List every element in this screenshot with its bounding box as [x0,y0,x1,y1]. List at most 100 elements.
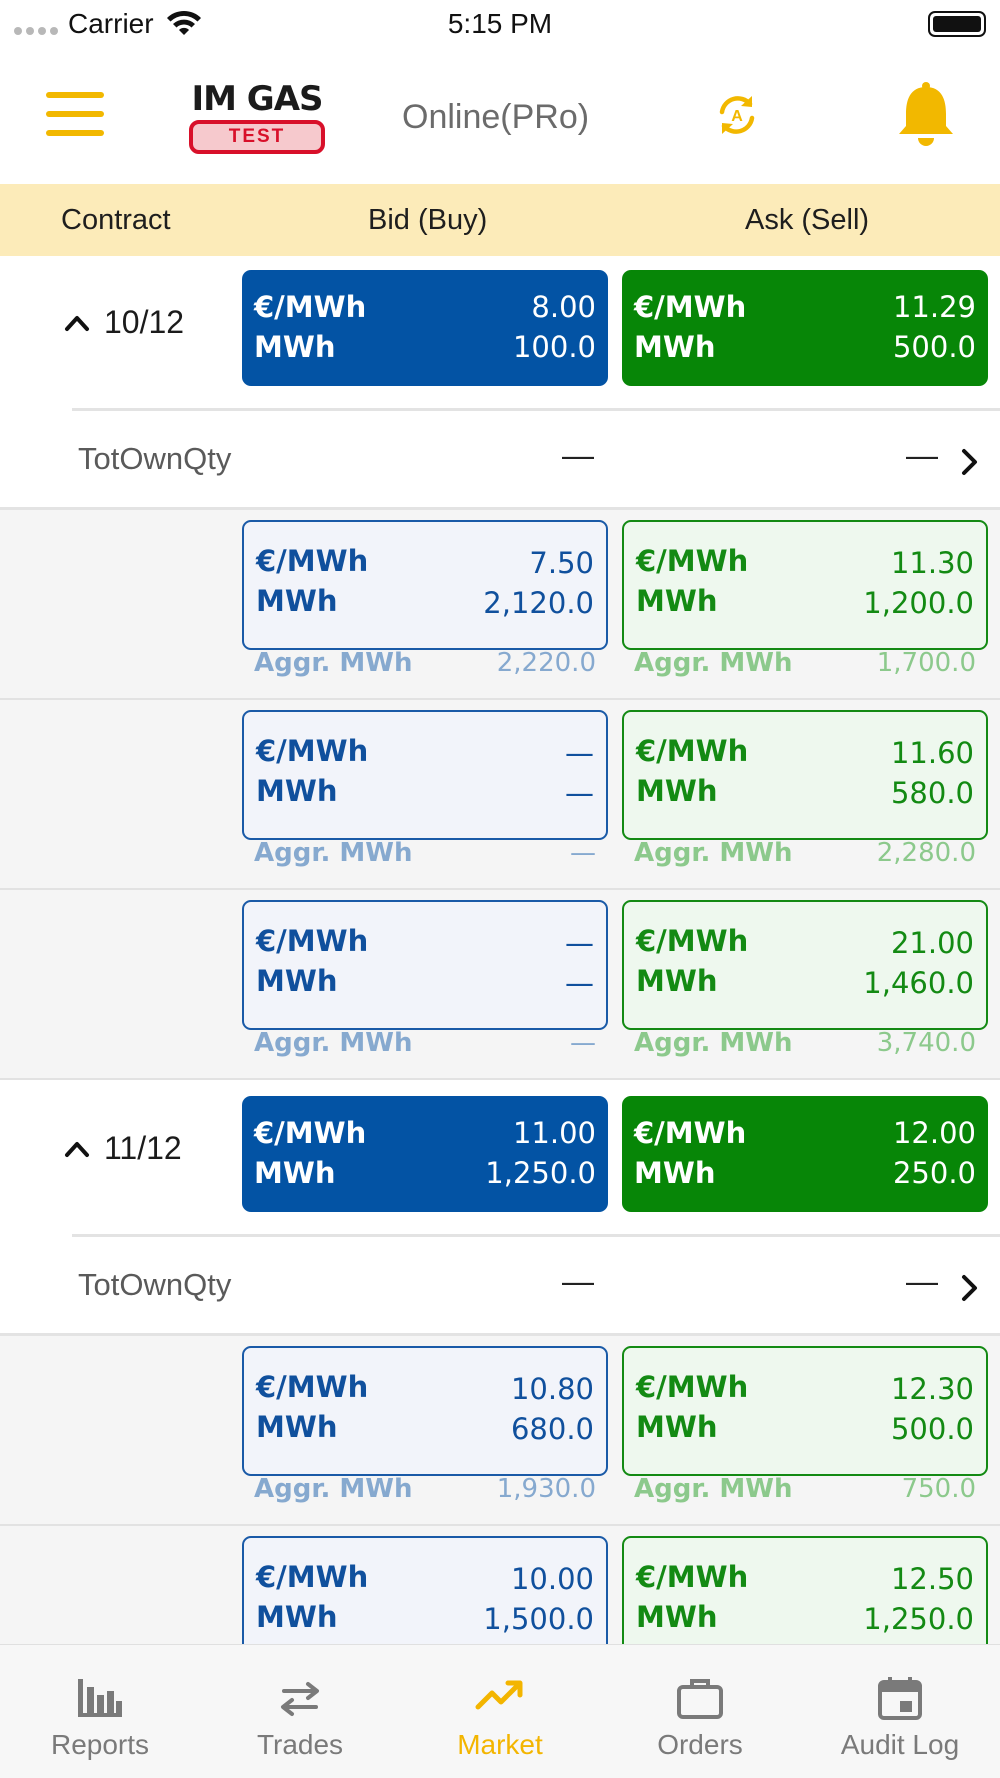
ask-level-card[interactable]: €/MWh 12.30 MWh 500.0 [622,1346,988,1476]
qty-value: 1,200.0 [863,586,974,620]
bid-level-card[interactable]: €/MWh 7.50 MWh 2,120.0 [242,520,608,650]
ask-level-card[interactable]: €/MWh 12.50 MWh 1,250.0 [622,1536,988,1644]
price-label: €/MWh [256,734,369,768]
price-value: 11.00 [512,1116,596,1150]
ask-level-card[interactable]: €/MWh 21.00 MWh 1,460.0 [622,900,988,1030]
bid-level-card[interactable]: €/MWh — MWh — [242,900,608,1030]
own-qty-row[interactable]: TotOwnQty — — [0,411,1000,509]
aggr-label: Aggr. MWh [634,648,793,678]
contract-label: 11/12 [104,1130,182,1166]
contract-row-toggle[interactable]: 10/12 [64,304,184,341]
aggr-label: Aggr. MWh [634,1474,793,1504]
aggr-value: 1,700.0 [876,648,976,678]
briefcase-icon [677,1679,723,1719]
qty-value: 1,250.0 [485,1156,596,1190]
price-label: €/MWh [636,1560,749,1594]
aggr-value: 2,280.0 [876,838,976,868]
chevron-up-icon [65,315,89,331]
qty-value: 580.0 [890,776,974,810]
trend-up-icon [475,1680,523,1710]
qty-value: 250.0 [892,1156,976,1190]
contract-row-toggle[interactable]: 11/12 [64,1130,182,1167]
tab-audit-log[interactable]: Audit Log [800,1645,1000,1778]
qty-value: 1,460.0 [863,966,974,1000]
clock: 5:15 PM [447,8,553,39]
best-bid-card[interactable]: €/MWh 11.00 MWh 1,250.0 [242,1096,608,1212]
price-label: €/MWh [636,544,749,578]
own-qty-bid: — [562,1263,594,1299]
column-header: Contract Bid (Buy) Ask (Sell) [0,184,1000,256]
status-bar: Carrier 5:15 PM [0,0,1000,50]
own-qty-label: TotOwnQty [78,441,232,476]
tab-market[interactable]: Market [400,1645,600,1778]
ask-level-card[interactable]: €/MWh 11.60 MWh 580.0 [622,710,988,840]
tab-label: Trades [256,1729,344,1760]
bid-column-label: Bid (Buy) [368,204,488,236]
chevron-right-icon[interactable] [960,447,980,477]
qty-value: — [565,776,594,810]
qty-label: MWh [256,1410,338,1444]
bid-level-card[interactable]: €/MWh — MWh — [242,710,608,840]
aggr-label: Aggr. MWh [254,838,413,868]
price-label: €/MWh [256,1560,369,1594]
svg-text:A: A [731,108,743,125]
own-qty-label: TotOwnQty [78,1267,232,1302]
app-header: IM GAS TEST Online(PRo) A [0,50,1000,184]
bid-level-card[interactable]: €/MWh 10.80 MWh 680.0 [242,1346,608,1476]
best-ask-card[interactable]: €/MWh 11.29 MWh 500.0 [622,270,988,386]
tab-label: Orders [657,1729,743,1760]
battery-icon [928,11,986,37]
tab-orders[interactable]: Orders [600,1645,800,1778]
aggr-label: Aggr. MWh [254,1028,413,1058]
depth-level: €/MWh 10.00 MWh 1,500.0 €/MWh 12.50 MWh … [0,1526,1000,1644]
price-label: €/MWh [254,290,367,324]
price-label: €/MWh [636,1370,749,1404]
qty-label: MWh [634,1156,716,1190]
bid-level-card[interactable]: €/MWh 10.00 MWh 1,500.0 [242,1536,608,1644]
bell-icon[interactable] [894,80,958,150]
sync-icon[interactable]: A [712,90,762,140]
ask-level-card[interactable]: €/MWh 11.30 MWh 1,200.0 [622,520,988,650]
price-value: — [565,736,594,770]
own-qty-row[interactable]: TotOwnQty — — [0,1237,1000,1335]
depth-level: €/MWh — MWh — €/MWh 21.00 MWh 1,460.0 Ag… [0,890,1000,1080]
price-value: 11.29 [892,290,976,324]
qty-value: 100.0 [512,330,596,364]
bar-chart-icon [78,1679,122,1717]
tab-reports[interactable]: Reports [0,1645,200,1778]
tab-label: Market [457,1729,543,1760]
qty-value: 1,500.0 [483,1602,594,1636]
aggr-value: — [570,838,596,868]
qty-label: MWh [636,1600,718,1634]
price-value: 11.30 [890,546,974,580]
qty-value: 680.0 [510,1412,594,1446]
price-value: 10.00 [510,1562,594,1596]
market-list: 10/12 €/MWh 8.00 MWh 100.0 €/MWh 11.29 M… [0,256,1000,1644]
price-label: €/MWh [634,1116,747,1150]
qty-value: — [565,966,594,1000]
qty-label: MWh [636,774,718,808]
qty-label: MWh [636,584,718,618]
price-label: €/MWh [256,544,369,578]
own-qty-ask: — [906,437,938,473]
contract-column-label: Contract [61,204,171,236]
qty-value: 1,250.0 [863,1602,974,1636]
price-value: 12.00 [892,1116,976,1150]
tab-bar: Reports Trades Market Orders Audit Log [0,1644,1000,1778]
best-bid-card[interactable]: €/MWh 8.00 MWh 100.0 [242,270,608,386]
contract-label: 10/12 [104,304,185,340]
aggr-value: 750.0 [901,1474,976,1504]
price-value: 11.60 [890,736,974,770]
depth-level: €/MWh 10.80 MWh 680.0 €/MWh 12.30 MWh 50… [0,1336,1000,1526]
price-value: — [565,926,594,960]
ask-column-label: Ask (Sell) [745,204,870,236]
aggr-label: Aggr. MWh [634,838,793,868]
menu-icon[interactable] [46,92,104,136]
price-label: €/MWh [634,290,747,324]
best-ask-card[interactable]: €/MWh 12.00 MWh 250.0 [622,1096,988,1212]
tab-trades[interactable]: Trades [200,1645,400,1778]
chevron-right-icon[interactable] [960,1273,980,1303]
tab-label: Reports [50,1729,150,1760]
qty-label: MWh [256,1600,338,1634]
price-label: €/MWh [256,924,369,958]
